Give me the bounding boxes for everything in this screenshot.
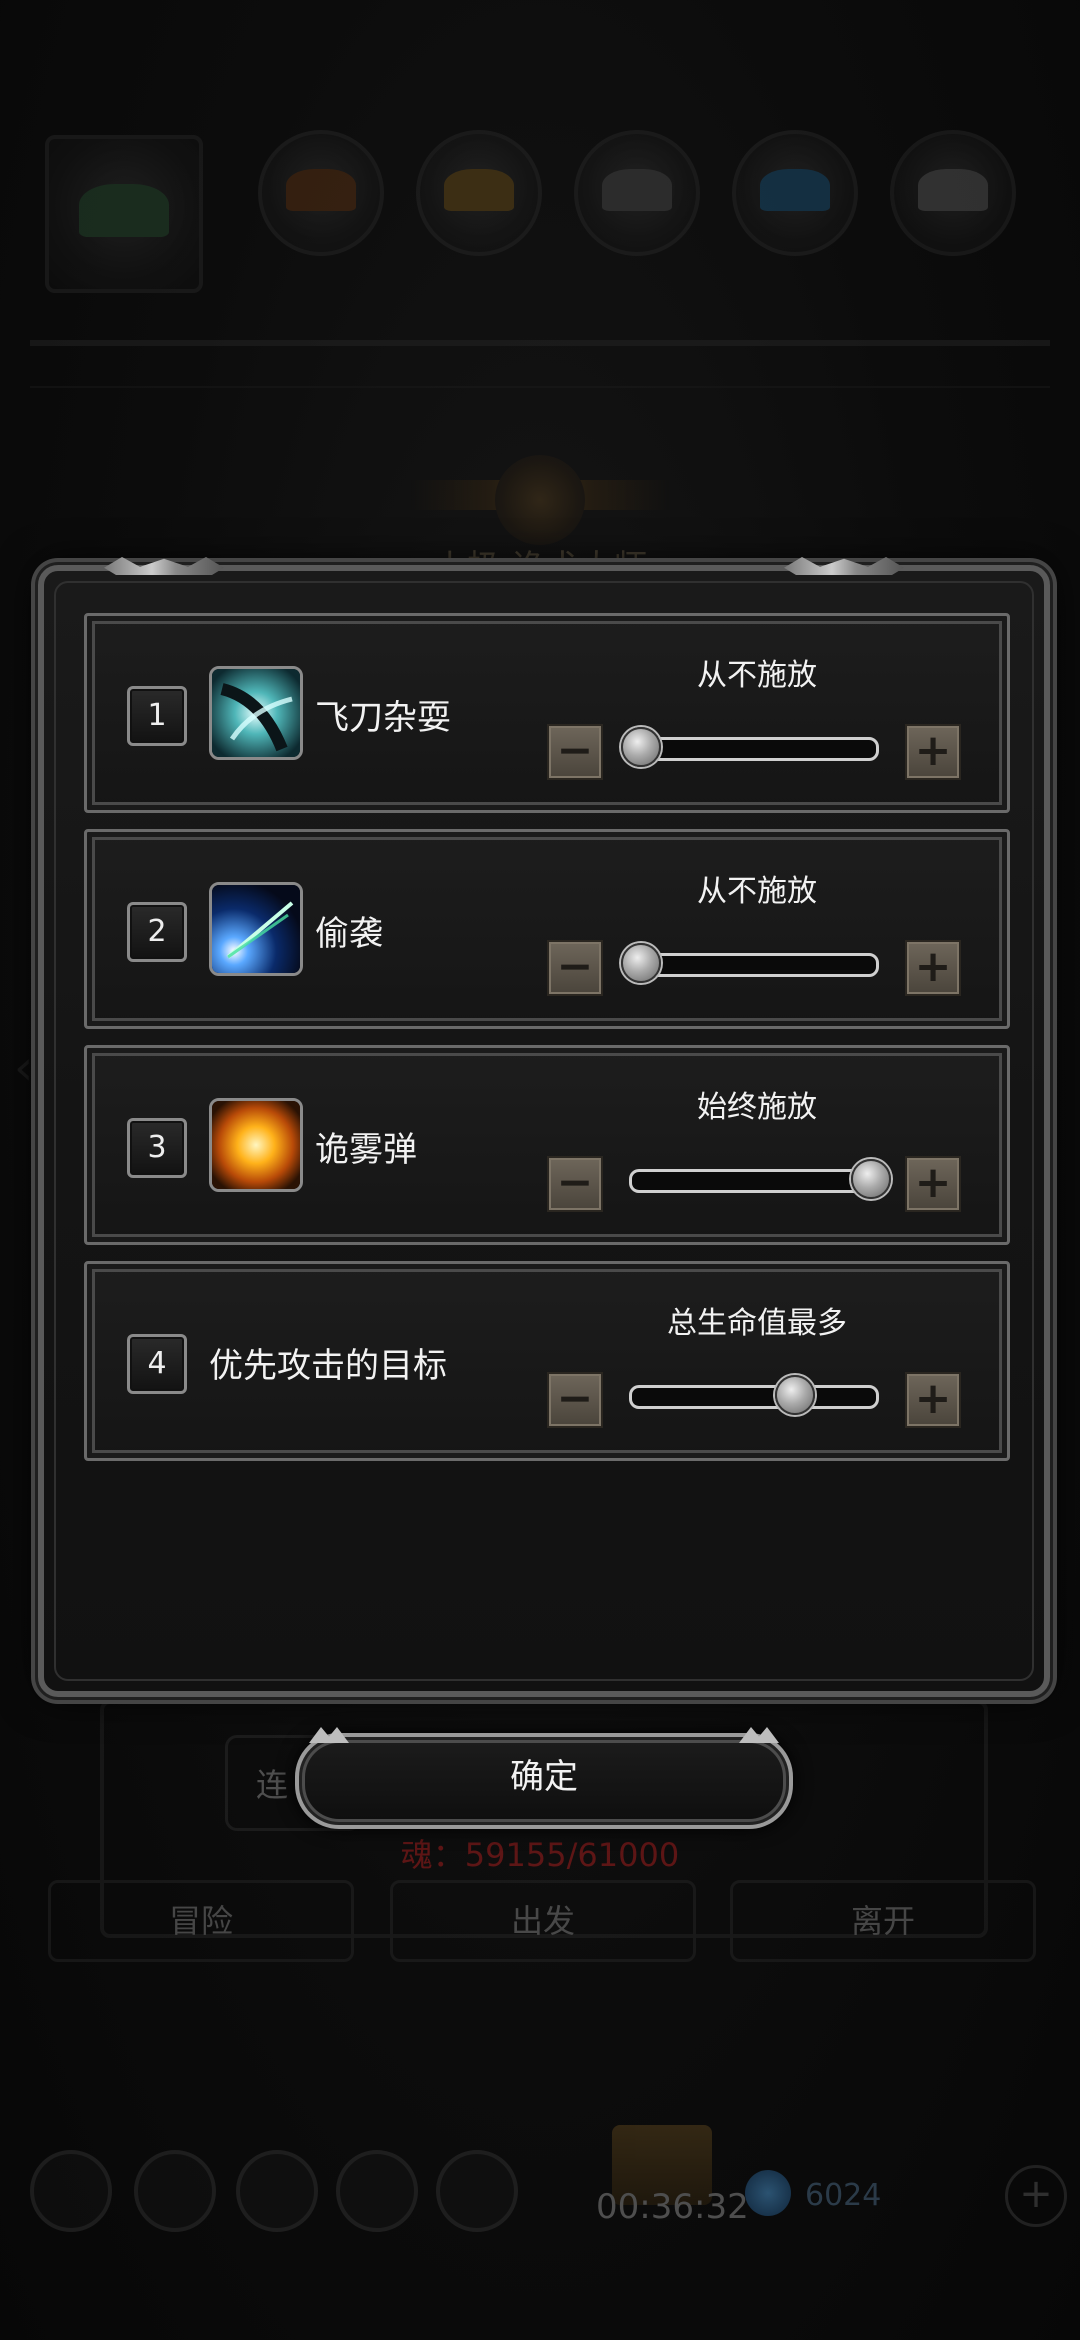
row-index-badge: 3 xyxy=(127,1118,187,1178)
bg-tab-4 xyxy=(574,130,700,256)
bg-menu-icon-2 xyxy=(134,2150,216,2232)
skill-name: 飞刀杂耍 xyxy=(315,698,451,738)
decrease-button[interactable]: − xyxy=(547,1156,603,1212)
slider-knob[interactable] xyxy=(775,1375,816,1415)
game-screen: 小极 诡术大师 ‹ › 连 魂：59155/61000 冒险 出发 离开 00:… xyxy=(0,0,1080,2340)
row-index-badge: 2 xyxy=(127,902,187,962)
bg-tab-6 xyxy=(890,130,1016,256)
skill-name: 偷袭 xyxy=(315,914,383,954)
bg-menu-icon-3 xyxy=(236,2150,318,2232)
skill-row-1: 1 飞刀杂耍 从不施放 − + xyxy=(84,613,1010,813)
target-priority-label: 优先攻击的目标 xyxy=(209,1346,447,1386)
bg-tab-5 xyxy=(732,130,858,256)
bg-tab-2 xyxy=(258,130,384,256)
cast-mode-label: 始终施放 xyxy=(697,1090,817,1125)
target-mode-label: 总生命值最多 xyxy=(667,1306,847,1341)
target-priority-slider[interactable] xyxy=(629,1385,879,1409)
bg-gem-icon xyxy=(745,2170,791,2216)
bg-tab-3 xyxy=(416,130,542,256)
bg-left-arrow-icon: ‹ xyxy=(14,1040,34,1096)
dialog-ornament-right xyxy=(784,557,904,575)
dialog-ornament-left xyxy=(104,557,224,575)
bg-menu-icon-5 xyxy=(436,2150,518,2232)
sneak-attack-skill-icon xyxy=(209,882,303,976)
confirm-label: 确定 xyxy=(510,1757,578,1797)
row-index-badge: 1 xyxy=(127,686,187,746)
bg-tab-1 xyxy=(45,135,203,293)
slider-knob[interactable] xyxy=(621,943,661,983)
cast-mode-slider[interactable] xyxy=(629,737,879,761)
bg-frame xyxy=(30,340,1050,388)
bg-depart-button: 出发 xyxy=(390,1880,696,1962)
bg-menu-icon-1 xyxy=(30,2150,112,2232)
cast-mode-slider[interactable] xyxy=(629,1169,879,1193)
cast-mode-label: 从不施放 xyxy=(697,658,817,693)
increase-button[interactable]: + xyxy=(905,1372,961,1428)
skill-list: 1 飞刀杂耍 从不施放 − + 2 偷袭 从不施放 − + 3 诡雾弹 始终施放… xyxy=(84,613,1010,1477)
bg-plus-icon: + xyxy=(1005,2165,1067,2227)
bg-emblem xyxy=(495,455,585,545)
decrease-button[interactable]: − xyxy=(547,940,603,996)
bg-timer: 00:36:32 xyxy=(596,2187,749,2227)
increase-button[interactable]: + xyxy=(905,1156,961,1212)
confirm-button[interactable]: 确定 xyxy=(295,1727,793,1829)
bg-leave-button: 离开 xyxy=(730,1880,1036,1962)
increase-button[interactable]: + xyxy=(905,940,961,996)
decrease-button[interactable]: − xyxy=(547,1372,603,1428)
bg-adventure-button: 冒险 xyxy=(48,1880,354,1962)
increase-button[interactable]: + xyxy=(905,724,961,780)
cast-mode-slider[interactable] xyxy=(629,953,879,977)
bg-soul-text: 魂：59155/61000 xyxy=(400,1836,680,1874)
cast-mode-label: 从不施放 xyxy=(697,874,817,909)
slider-knob[interactable] xyxy=(621,727,661,767)
slider-knob[interactable] xyxy=(851,1159,891,1199)
decrease-button[interactable]: − xyxy=(547,724,603,780)
skill-name: 诡雾弹 xyxy=(315,1130,417,1170)
skill-row-2: 2 偷袭 从不施放 − + xyxy=(84,829,1010,1029)
row-index-badge: 4 xyxy=(127,1334,187,1394)
skill-row-4: 4 优先攻击的目标 总生命值最多 − + xyxy=(84,1261,1010,1461)
flying-knife-skill-icon xyxy=(209,666,303,760)
bg-gem-count: 6024 xyxy=(805,2178,882,2213)
bg-menu-icon-4 xyxy=(336,2150,418,2232)
mist-bomb-skill-icon xyxy=(209,1098,303,1192)
skill-settings-dialog: 1 飞刀杂耍 从不施放 − + 2 偷袭 从不施放 − + 3 诡雾弹 始终施放… xyxy=(38,557,1050,1697)
skill-row-3: 3 诡雾弹 始终施放 − + xyxy=(84,1045,1010,1245)
